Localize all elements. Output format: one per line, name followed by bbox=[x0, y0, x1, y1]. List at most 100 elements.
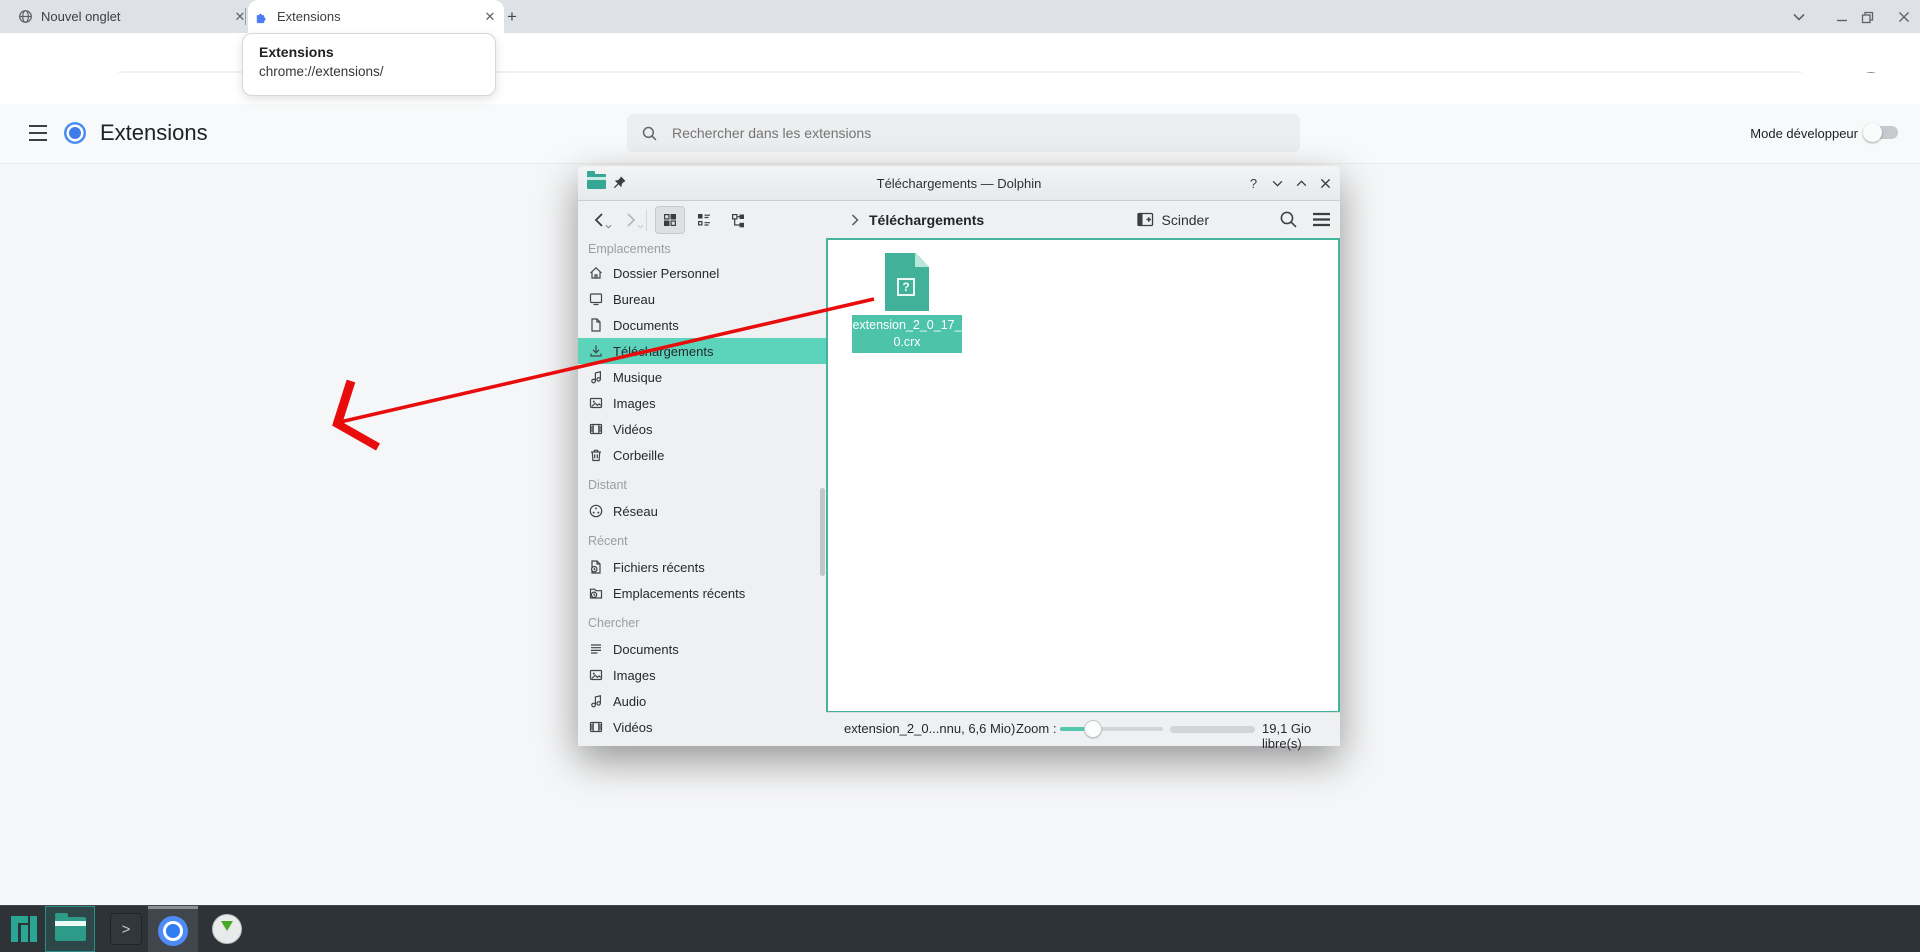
tooltip-title: Extensions bbox=[259, 44, 495, 60]
sidebar-item-label: Vidéos bbox=[613, 720, 653, 735]
tab-tooltip: Extensions chrome://extensions/ bbox=[242, 33, 496, 96]
video-icon bbox=[588, 421, 604, 437]
sidebar-item-dossier-personnel[interactable]: Dossier Personnel bbox=[578, 260, 826, 286]
toolbar-separator bbox=[646, 209, 647, 231]
sidebar-item-label: Emplacements récents bbox=[613, 586, 745, 601]
close-button[interactable] bbox=[1317, 175, 1334, 192]
dolphin-window-title: Téléchargements — Dolphin bbox=[578, 176, 1340, 191]
music-icon bbox=[588, 369, 604, 385]
sidebar-item-label: Images bbox=[613, 396, 656, 411]
file-view[interactable]: ? extension_2_0_17_ 0.crx bbox=[826, 238, 1340, 713]
sidebar-item-label: Documents bbox=[613, 318, 679, 333]
view-compact-button[interactable] bbox=[689, 206, 719, 234]
sidebar-item-vid-os[interactable]: Vidéos bbox=[578, 416, 826, 442]
status-file-info: extension_2_0...nnu, 6,6 Mio) bbox=[844, 721, 1015, 736]
view-icons-button[interactable] bbox=[655, 206, 685, 234]
chromium-icon bbox=[158, 916, 188, 946]
sidebar-item-label: Dossier Personnel bbox=[613, 266, 719, 281]
sidebar-item-bureau[interactable]: Bureau bbox=[578, 286, 826, 312]
dev-mode-toggle[interactable] bbox=[1866, 126, 1898, 139]
sidebar-item-r-seau[interactable]: Réseau bbox=[578, 498, 826, 524]
split-icon bbox=[1137, 212, 1154, 227]
sidebar-item-label: Images bbox=[613, 668, 656, 683]
tab-close-icon[interactable]: ✕ bbox=[482, 9, 498, 25]
places-section-header: Distant bbox=[578, 468, 826, 498]
tooltip-url: chrome://extensions/ bbox=[259, 64, 495, 79]
extensions-search-bar[interactable] bbox=[627, 114, 1300, 152]
video-icon bbox=[588, 719, 604, 735]
status-bar: extension_2_0...nnu, 6,6 Mio) Zoom : 19,… bbox=[826, 712, 1340, 746]
folder-clock-icon bbox=[588, 585, 604, 601]
music-icon bbox=[588, 693, 604, 709]
network-icon bbox=[588, 503, 604, 519]
globe-icon bbox=[18, 9, 33, 24]
puzzle-icon bbox=[254, 9, 269, 24]
home-icon bbox=[588, 265, 604, 281]
sidebar-item-images[interactable]: Images bbox=[578, 390, 826, 416]
window-close-button[interactable] bbox=[1895, 8, 1913, 26]
file-name-label[interactable]: extension_2_0_17_ 0.crx bbox=[852, 315, 962, 353]
places-scrollbar[interactable] bbox=[820, 488, 825, 576]
dolphin-task-icon bbox=[55, 917, 86, 941]
terminal-task-button[interactable]: > bbox=[105, 906, 147, 952]
screen: Nouvel onglet ✕ Extensions ✕ + bbox=[0, 0, 1920, 952]
hamburger-menu-icon[interactable] bbox=[28, 124, 48, 142]
sidebar-item-corbeille[interactable]: Corbeille bbox=[578, 442, 826, 468]
dolphin-titlebar[interactable]: Téléchargements — Dolphin ? bbox=[578, 166, 1340, 201]
breadcrumb[interactable]: Téléchargements bbox=[869, 212, 984, 228]
sidebar-item-label: Documents bbox=[613, 642, 679, 657]
free-space-text: 19,1 Gio libre(s) bbox=[1262, 721, 1340, 751]
sidebar-item-t-l-chargements[interactable]: Téléchargements bbox=[578, 338, 826, 364]
chromium-task-button[interactable] bbox=[148, 906, 198, 952]
desktop-icon bbox=[588, 291, 604, 307]
places-section-header: Récent bbox=[578, 524, 826, 554]
dolphin-task-button[interactable] bbox=[45, 906, 95, 952]
nav-back-button[interactable] bbox=[592, 212, 606, 228]
new-tab-button[interactable]: + bbox=[502, 7, 522, 27]
sidebar-item-musique[interactable]: Musique bbox=[578, 364, 826, 390]
image-icon bbox=[588, 667, 604, 683]
sidebar-item-label: Vidéos bbox=[613, 422, 653, 437]
sidebar-item-label: Bureau bbox=[613, 292, 655, 307]
sidebar-item-label: Fichiers récents bbox=[613, 560, 705, 575]
window-minimize-button[interactable] bbox=[1833, 8, 1851, 26]
extensions-search-input[interactable] bbox=[670, 124, 1280, 142]
sidebar-item-emplacements-r-cents[interactable]: Emplacements récents bbox=[578, 580, 826, 606]
sidebar-item-fichiers-r-cents[interactable]: Fichiers récents bbox=[578, 554, 826, 580]
dolphin-menu-icon[interactable] bbox=[1312, 212, 1331, 227]
sidebar-item-label: Réseau bbox=[613, 504, 658, 519]
minimize-button[interactable] bbox=[1269, 175, 1286, 192]
search-icon bbox=[641, 125, 658, 142]
window-restore-button[interactable] bbox=[1858, 8, 1876, 26]
zoom-slider-knob[interactable] bbox=[1084, 720, 1102, 738]
browser-tab-bar: Nouvel onglet ✕ Extensions ✕ + bbox=[0, 0, 1920, 33]
dolphin-window: Téléchargements — Dolphin ? bbox=[578, 166, 1340, 746]
sidebar-item-label: Musique bbox=[613, 370, 662, 385]
sidebar-item-vid-os[interactable]: Vidéos bbox=[578, 714, 826, 740]
zoom-slider[interactable] bbox=[1060, 727, 1163, 731]
dolphin-search-icon[interactable] bbox=[1279, 210, 1298, 229]
view-tree-button[interactable] bbox=[723, 206, 753, 234]
installer-task-button[interactable] bbox=[206, 906, 248, 952]
toggle-knob bbox=[1863, 123, 1882, 142]
tab-nouvel-onglet[interactable]: Nouvel onglet ✕ bbox=[12, 0, 254, 33]
trash-icon bbox=[588, 447, 604, 463]
nav-forward-button[interactable] bbox=[624, 212, 638, 228]
sidebar-item-documents[interactable]: Documents bbox=[578, 636, 826, 662]
sidebar-item-audio[interactable]: Audio bbox=[578, 688, 826, 714]
tab-label: Extensions bbox=[277, 9, 474, 24]
help-button[interactable]: ? bbox=[1245, 175, 1262, 192]
extensions-page-title: Extensions bbox=[100, 120, 208, 146]
tab-extensions[interactable]: Extensions ✕ bbox=[248, 0, 504, 33]
terminal-icon: > bbox=[110, 913, 142, 945]
dolphin-toolbar: Téléchargements Scinder bbox=[578, 201, 1340, 238]
doc-lines-icon bbox=[588, 641, 604, 657]
sidebar-item-documents[interactable]: Documents bbox=[578, 312, 826, 338]
app-menu-button[interactable] bbox=[6, 906, 42, 952]
tab-search-chevron-icon[interactable] bbox=[1790, 8, 1808, 26]
zoom-label: Zoom : bbox=[1016, 721, 1056, 736]
maximize-button[interactable] bbox=[1293, 175, 1310, 192]
split-button[interactable]: Scinder bbox=[1137, 212, 1209, 228]
sidebar-item-label: Téléchargements bbox=[613, 344, 713, 359]
sidebar-item-images[interactable]: Images bbox=[578, 662, 826, 688]
